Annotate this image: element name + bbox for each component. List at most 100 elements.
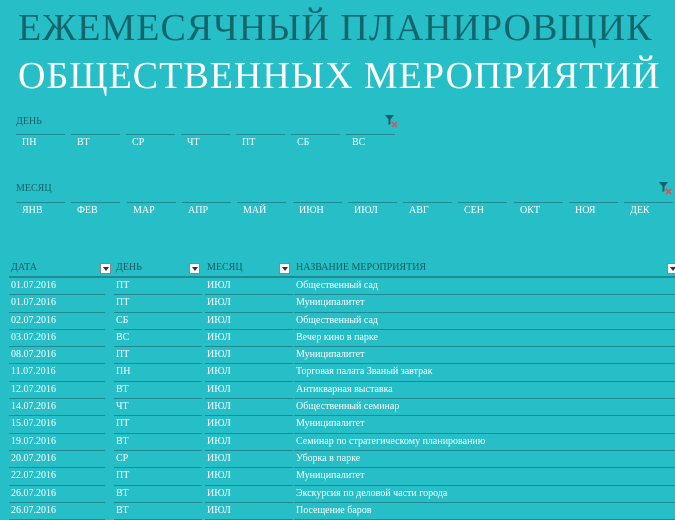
cell-month: ИЮЛ bbox=[207, 435, 231, 447]
cell-month: ИЮЛ bbox=[207, 401, 231, 413]
month-slicer-item[interactable]: ФЕВ bbox=[71, 202, 120, 220]
day-slicer-item[interactable]: ВС bbox=[346, 134, 395, 152]
cell-month: ИЮЛ bbox=[207, 366, 231, 378]
cell-date: 01.07.2016 bbox=[11, 297, 56, 309]
cell-event-name: Торговая палата Званый завтрак bbox=[296, 366, 433, 378]
month-filter-dropdown[interactable] bbox=[279, 263, 290, 274]
cell-day: ПН bbox=[116, 366, 131, 378]
title-line-2: ОБЩЕСТВЕННЫХ МЕРОПРИЯТИЙ bbox=[18, 55, 661, 97]
cell-day: ВТ bbox=[116, 504, 129, 516]
month-slicer-item[interactable]: МАР bbox=[127, 202, 176, 220]
month-slicer-item[interactable]: МАЙ bbox=[237, 202, 286, 220]
table-row[interactable]: 11.07.2016 ПН ИЮЛ Торговая палата Званый за… bbox=[9, 364, 675, 382]
day-filter-dropdown[interactable] bbox=[189, 263, 200, 274]
cell-date: 15.07.2016 bbox=[11, 418, 56, 430]
table-row[interactable]: 02.07.2016 СБ ИЮЛ Общественный сад bbox=[9, 313, 675, 330]
table-row[interactable]: 20.07.2016 СР ИЮЛ Уборка в парке bbox=[9, 451, 675, 469]
table-row[interactable]: 14.07.2016 ЧТ ИЮЛ Общественный семинар bbox=[9, 399, 675, 417]
cell-month: ИЮЛ bbox=[207, 487, 231, 499]
cell-date: 03.07.2016 bbox=[11, 331, 56, 343]
cell-event-name: Экскурсия по деловой части города bbox=[296, 487, 448, 499]
month-slicer-item[interactable]: АПР bbox=[182, 202, 231, 220]
cell-month: ИЮЛ bbox=[207, 297, 231, 309]
day-slicer-item[interactable]: ПН bbox=[16, 134, 65, 152]
cell-day: СР bbox=[116, 452, 129, 464]
cell-day: ПТ bbox=[116, 280, 130, 291]
month-slicer-item[interactable]: СЕН bbox=[458, 202, 507, 220]
cell-day: ПТ bbox=[116, 297, 130, 309]
cell-day: ПТ bbox=[116, 470, 130, 482]
table-header: ДАТА ДЕНЬ МЕСЯЦ НАЗВАНИЕ МЕРОПРИЯТИЯ bbox=[9, 260, 675, 278]
table-row[interactable]: 08.07.2016 ПТ ИЮЛ Муниципалитет bbox=[9, 347, 675, 365]
header-date: ДАТА bbox=[11, 262, 37, 273]
table-body: 01.07.2016 ПТ ИЮЛ Общественный сад 01.07.201… bbox=[9, 278, 675, 520]
cell-month: ИЮЛ bbox=[207, 314, 231, 326]
table-row[interactable]: 26.07.2016 ВТ ИЮЛ Экскурсия по деловой част… bbox=[9, 486, 675, 503]
date-filter-dropdown[interactable] bbox=[100, 263, 111, 274]
cell-date: 12.07.2016 bbox=[11, 383, 56, 395]
table-row[interactable]: 12.07.2016 ВТ ИЮЛ Антикварная выставка bbox=[9, 382, 675, 400]
day-slicer-item[interactable]: ЧТ bbox=[181, 134, 230, 152]
cell-event-name: Общественный семинар bbox=[296, 401, 400, 413]
cell-date: 08.07.2016 bbox=[11, 349, 56, 361]
cell-event-name: Муниципалитет bbox=[296, 297, 365, 309]
month-slicer-item[interactable]: АВГ bbox=[403, 202, 452, 220]
day-slicer-item[interactable]: СР bbox=[126, 134, 175, 152]
cell-month: ИЮЛ bbox=[207, 383, 231, 395]
header-day: ДЕНЬ bbox=[116, 262, 142, 273]
day-slicer-item[interactable]: ПТ bbox=[236, 134, 285, 152]
cell-month: ИЮЛ bbox=[207, 452, 231, 464]
cell-day: ВТ bbox=[116, 487, 129, 499]
cell-day: ПТ bbox=[116, 418, 130, 430]
clear-filter-icon[interactable] bbox=[658, 181, 672, 195]
month-slicer-item[interactable]: НОЯ bbox=[569, 202, 618, 220]
event-filter-dropdown[interactable] bbox=[667, 263, 675, 274]
cell-event-name: Общественный сад bbox=[296, 314, 378, 326]
table-row[interactable]: 03.07.2016 ВС ИЮЛ Вечер кино в парке bbox=[9, 330, 675, 348]
cell-event-name: Посещение баров bbox=[296, 504, 372, 516]
cell-date: 02.07.2016 bbox=[11, 314, 56, 326]
cell-date: 14.07.2016 bbox=[11, 401, 56, 413]
cell-date: 11.07.2016 bbox=[11, 366, 56, 378]
cell-event-name: Семинар по стратегическому планированию bbox=[296, 435, 486, 447]
day-slicer-item[interactable]: СБ bbox=[291, 134, 340, 152]
day-slicer-item[interactable]: ВТ bbox=[71, 134, 120, 152]
table-row[interactable]: 01.07.2016 ПТ ИЮЛ Общественный сад bbox=[9, 278, 675, 296]
cell-month: ИЮЛ bbox=[207, 349, 231, 361]
cell-event-name: Уборка в парке bbox=[296, 452, 361, 464]
month-slicer-item[interactable]: ЯНВ bbox=[16, 202, 65, 220]
month-slicer-item[interactable]: ИЮН bbox=[293, 202, 342, 220]
cell-event-name: Общественный сад bbox=[296, 280, 378, 291]
cell-month: ИЮЛ bbox=[207, 331, 231, 343]
cell-date: 26.07.2016 bbox=[11, 487, 56, 499]
cell-day: ВТ bbox=[116, 383, 129, 395]
cell-day: ВС bbox=[116, 331, 130, 343]
cell-day: ВТ bbox=[116, 435, 129, 447]
table-row[interactable]: 01.07.2016 ПТ ИЮЛ Муниципалитет bbox=[9, 295, 675, 313]
table-row[interactable]: 19.07.2016 ВТ ИЮЛ Семинар по стратегическом… bbox=[9, 434, 675, 451]
month-slicer-item[interactable]: ДЕК bbox=[624, 202, 673, 220]
cell-date: 22.07.2016 bbox=[11, 470, 56, 482]
clear-filter-icon[interactable] bbox=[384, 114, 398, 128]
table-row[interactable]: 26.07.2016 ВТ ИЮЛ Посещение баров bbox=[9, 503, 675, 520]
cell-day: СБ bbox=[116, 314, 129, 326]
cell-month: ИЮЛ bbox=[207, 418, 231, 430]
header-month: МЕСЯЦ bbox=[207, 262, 243, 273]
cell-month: ИЮЛ bbox=[207, 280, 231, 291]
table-row[interactable]: 15.07.2016 ПТ ИЮЛ Муниципалитет bbox=[9, 416, 675, 434]
cell-date: 26.07.2016 bbox=[11, 504, 56, 516]
cell-date: 20.07.2016 bbox=[11, 452, 56, 464]
cell-date: 01.07.2016 bbox=[11, 280, 56, 291]
month-slicer-item[interactable]: ОКТ bbox=[514, 202, 563, 220]
cell-date: 19.07.2016 bbox=[11, 435, 56, 447]
cell-day: ЧТ bbox=[116, 401, 129, 413]
cell-event-name: Вечер кино в парке bbox=[296, 331, 378, 343]
month-slicer-item[interactable]: ИЮЛ bbox=[348, 202, 397, 220]
month-slicer-label: МЕСЯЦ bbox=[16, 183, 52, 194]
table-row[interactable]: 22.07.2016 ПТ ИЮЛ Муниципалитет bbox=[9, 468, 675, 486]
cell-month: ИЮЛ bbox=[207, 504, 231, 516]
title-line-1: ЕЖЕМЕСЯЧНЫЙ ПЛАНИРОВЩИК bbox=[18, 7, 653, 49]
cell-event-name: Муниципалитет bbox=[296, 418, 365, 430]
cell-month: ИЮЛ bbox=[207, 470, 231, 482]
events-table: ДАТА ДЕНЬ МЕСЯЦ НАЗВАНИЕ МЕРОПРИЯТИЯ 01.… bbox=[9, 260, 675, 520]
